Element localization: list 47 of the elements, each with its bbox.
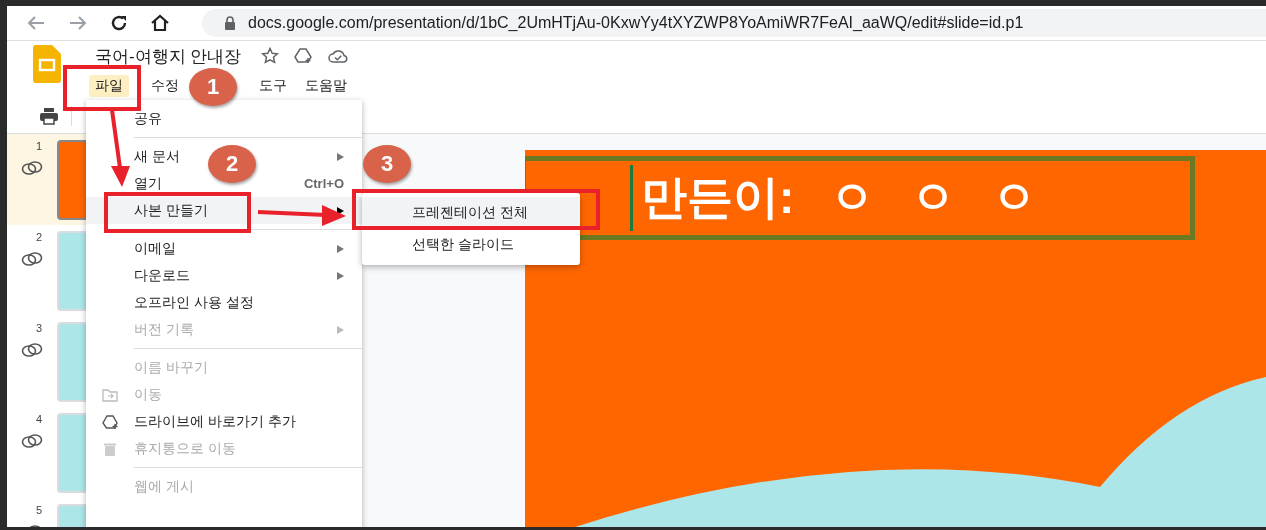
- menu-item[interactable]: 열기: [134, 174, 162, 193]
- menu-item[interactable]: 오프라인 사용 설정: [134, 293, 254, 312]
- slide-number: 5: [35, 504, 43, 516]
- print-icon[interactable]: [39, 107, 59, 125]
- slide-thumbnail-row[interactable]: 4: [7, 407, 86, 498]
- shortcut-text: Ctrl+O: [303, 176, 344, 191]
- slides-logo-icon[interactable]: [33, 45, 61, 83]
- home-icon[interactable]: [150, 14, 170, 32]
- link-icon: [21, 160, 43, 176]
- menu-item[interactable]: 이메일: [134, 239, 176, 258]
- slide-number: 2: [35, 231, 43, 243]
- slide-title-text: 만든이: ㅇ ㅇ ㅇ: [641, 170, 1037, 225]
- slide-thumbnail[interactable]: [57, 140, 86, 220]
- star-icon[interactable]: [261, 47, 280, 65]
- link-icon: [21, 433, 43, 449]
- drive-add-icon[interactable]: [293, 47, 314, 65]
- address-bar[interactable]: docs.google.com/presentation/d/1bC_2UmHTjAu-0KxwYy4tXYZWP8YoAmiWR7FeAI_aaWQ/edit#slide=id.p1: [202, 9, 1266, 37]
- slide-thumbnail-row[interactable]: 1: [7, 134, 86, 225]
- menu-item[interactable]: 도구: [253, 75, 293, 97]
- link-icon: [21, 251, 43, 267]
- menu-item[interactable]: 파일: [89, 75, 129, 97]
- text-cursor: [630, 165, 633, 231]
- slide-number: 4: [35, 413, 43, 425]
- slide-thumbnail-row[interactable]: 5: [7, 498, 86, 527]
- slide-thumbnail-row[interactable]: 2: [7, 225, 86, 316]
- step-number-badge: 1: [189, 68, 237, 106]
- back-icon[interactable]: [26, 15, 46, 31]
- url-text: docs.google.com/presentation/d/1bC_2UmHTjAu-0KxwYy4tXYZWP8YoAmiWR7FeAI_aaWQ/edit#slide=id.p1: [248, 14, 1024, 32]
- reload-icon[interactable]: [110, 14, 128, 32]
- menu-item[interactable]: 수정: [145, 75, 185, 97]
- menu-item[interactable]: 새 문서: [134, 147, 180, 166]
- menu-item[interactable]: 도움말: [299, 75, 353, 97]
- drive-add-icon: [102, 413, 118, 430]
- document-title[interactable]: 국어-여행지 안내장: [95, 44, 242, 68]
- forward-icon[interactable]: [68, 15, 88, 31]
- menu-item[interactable]: 다운로드: [134, 266, 190, 285]
- folder-icon: [102, 386, 118, 403]
- menu-item[interactable]: 드라이브에 바로가기 추가: [134, 412, 296, 431]
- slide-number: 3: [35, 322, 43, 334]
- submenu-item[interactable]: 프레젠테이션 전체: [362, 197, 580, 229]
- link-icon: [21, 342, 43, 358]
- lock-icon: [224, 16, 236, 30]
- menu-item[interactable]: 사본 만들기: [134, 201, 208, 220]
- slide-number: 1: [35, 140, 43, 152]
- slide-thumbnail-row[interactable]: 3: [7, 316, 86, 407]
- cloud-check-icon[interactable]: [327, 48, 350, 64]
- menu-item[interactable]: 공유: [134, 109, 162, 128]
